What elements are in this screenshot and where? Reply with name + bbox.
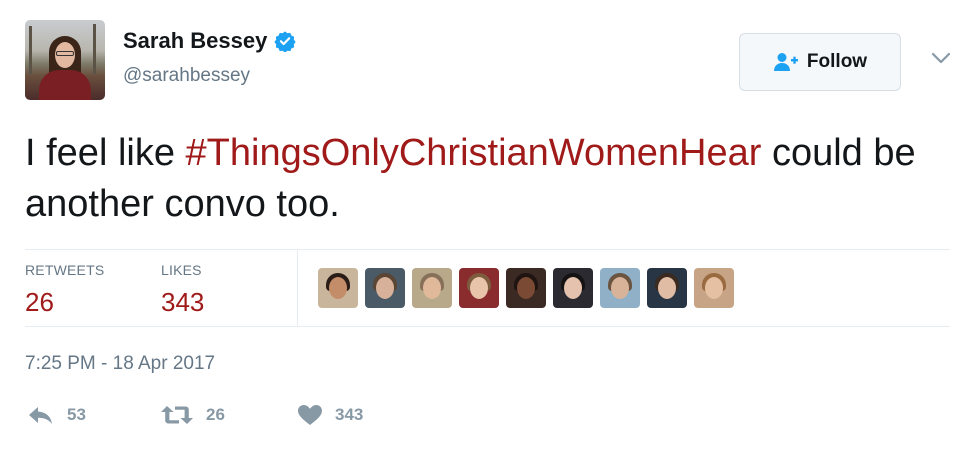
retweets-stat[interactable]: RETWEETS 26 — [25, 262, 104, 318]
liker-avatar[interactable] — [365, 268, 405, 308]
divider — [25, 326, 950, 327]
liker-avatar[interactable] — [412, 268, 452, 308]
like-button[interactable]: 343 — [297, 404, 363, 426]
author-name-text[interactable]: Sarah Bessey — [123, 28, 267, 54]
divider — [25, 249, 950, 250]
retweet-button[interactable]: 26 — [160, 404, 225, 426]
liker-avatar[interactable] — [647, 268, 687, 308]
divider — [297, 250, 298, 326]
reply-icon — [29, 407, 52, 424]
like-count: 343 — [335, 405, 364, 424]
author-name[interactable]: Sarah Bessey — [123, 28, 296, 54]
hashtag-link[interactable]: #ThingsOnlyChristianWomenHear — [186, 132, 762, 174]
follow-button[interactable]: Follow — [739, 33, 901, 91]
liker-avatar[interactable] — [553, 268, 593, 308]
reply-button[interactable]: 53 — [27, 404, 86, 426]
tweet-timestamp[interactable]: 7:25 PM - 18 Apr 2017 — [25, 353, 215, 375]
liker-avatars — [318, 268, 734, 308]
likes-label: LIKES — [161, 262, 202, 278]
author-avatar[interactable] — [25, 20, 105, 100]
liker-avatar[interactable] — [506, 268, 546, 308]
liker-avatar[interactable] — [600, 268, 640, 308]
tweet-text: I feel like #ThingsOnlyChristianWomenHea… — [25, 128, 955, 230]
tweet-text-before: I feel like — [25, 132, 186, 174]
liker-avatar[interactable] — [694, 268, 734, 308]
follow-button-label: Follow — [806, 51, 868, 72]
verified-badge-icon — [274, 31, 296, 52]
add-user-icon — [773, 53, 798, 71]
retweet-icon — [161, 406, 193, 424]
likes-stat[interactable]: LIKES 343 — [161, 262, 204, 318]
chevron-down-icon[interactable] — [930, 50, 952, 66]
reply-count: 53 — [67, 405, 86, 424]
liker-avatar[interactable] — [459, 268, 499, 308]
retweets-label: RETWEETS — [25, 262, 105, 278]
liker-avatar[interactable] — [318, 268, 358, 308]
retweet-count: 26 — [206, 405, 225, 424]
retweets-count: 26 — [25, 287, 54, 317]
likes-count: 343 — [161, 287, 205, 317]
heart-icon — [298, 405, 322, 425]
author-handle[interactable]: @sarahbessey — [123, 65, 250, 87]
